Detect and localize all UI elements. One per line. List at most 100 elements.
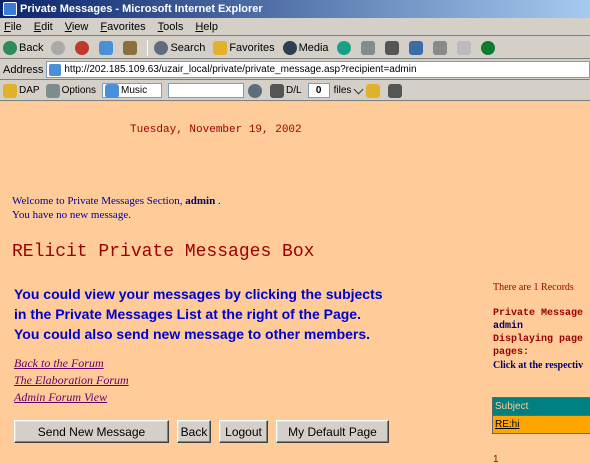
refresh-button[interactable] xyxy=(99,40,115,55)
dap-button[interactable]: DAP xyxy=(3,83,40,98)
messenger-button[interactable] xyxy=(480,40,497,55)
send-new-message-button[interactable]: Send New Message xyxy=(14,420,169,443)
print-button[interactable] xyxy=(384,40,401,55)
my-default-page-button[interactable]: My Default Page xyxy=(276,420,389,443)
chevron-down-icon[interactable] xyxy=(353,84,364,94)
mail-icon xyxy=(360,40,375,55)
search-button[interactable]: Search xyxy=(154,40,206,55)
download-icon xyxy=(270,83,285,98)
links-toolbar: DAP Options Music D/L 0 files xyxy=(0,81,590,101)
options-icon xyxy=(45,83,60,98)
window-titlebar: Private Messages - Microsoft Internet Ex… xyxy=(0,0,590,18)
history-button[interactable] xyxy=(336,40,353,55)
welcome-username: admin xyxy=(185,195,216,207)
back-label: Back xyxy=(19,41,44,54)
dl-label: D/L xyxy=(286,85,302,96)
print-small-button[interactable] xyxy=(388,83,404,98)
messages-table: Subject RE:hi xyxy=(492,397,590,434)
forward-button[interactable] xyxy=(51,40,67,55)
standard-toolbar: Back Search Favorites Media xyxy=(0,37,590,59)
toolbar-search-button[interactable] xyxy=(248,83,264,98)
music-label: Music xyxy=(121,85,148,96)
menu-edit[interactable]: Edit xyxy=(34,21,53,33)
edit-icon xyxy=(408,40,423,55)
search-icon xyxy=(154,40,169,55)
menu-view[interactable]: View xyxy=(65,21,89,33)
files-label: files xyxy=(333,85,352,96)
address-input[interactable]: http://202.185.109.63/uzair_local/privat… xyxy=(46,61,590,78)
music-icon xyxy=(105,83,120,98)
panel-click-hint: Click at the respectiv xyxy=(493,360,584,371)
msn-button[interactable] xyxy=(456,40,473,55)
home-icon xyxy=(123,40,138,55)
discuss-button[interactable] xyxy=(432,40,449,55)
highlighter-icon xyxy=(366,83,381,98)
edit-button[interactable] xyxy=(408,40,425,55)
discuss-icon xyxy=(432,40,447,55)
messages-panel: There are 1 Records Private Message admi… xyxy=(493,282,590,371)
search-label: Search xyxy=(170,41,206,54)
info-line-3: You could also send new message to other… xyxy=(14,326,371,342)
page-number[interactable]: 1 xyxy=(493,454,499,464)
dap-icon xyxy=(3,83,17,98)
toolbar-search-input[interactable] xyxy=(168,83,245,98)
stop-icon xyxy=(75,40,90,55)
welcome-message: Welcome to Private Messages Section, adm… xyxy=(12,194,221,222)
page-title: RElicit Private Messages Box xyxy=(12,242,315,262)
menu-help[interactable]: Help xyxy=(195,21,218,33)
dap-label: DAP xyxy=(19,85,40,96)
msn-icon xyxy=(456,40,471,55)
current-date: Tuesday, November 19, 2002 xyxy=(130,124,302,136)
forum-links: Back to the Forum The Elaboration Forum … xyxy=(14,355,129,406)
favorites-icon xyxy=(213,40,228,55)
welcome-prefix: Welcome to Private Messages Section, xyxy=(12,195,186,207)
home-button[interactable] xyxy=(123,40,139,55)
dl-count: 0 xyxy=(307,83,330,98)
favorites-button[interactable]: Favorites xyxy=(213,40,275,55)
info-line-1: You could view your messages by clicking… xyxy=(14,286,383,302)
table-cell-subject: RE:hi xyxy=(492,415,590,434)
elaboration-forum-link[interactable]: The Elaboration Forum xyxy=(14,372,129,389)
menu-favorites[interactable]: Favorites xyxy=(100,21,145,33)
stop-button[interactable] xyxy=(75,40,91,55)
music-select[interactable]: Music xyxy=(102,83,163,98)
address-label: Address xyxy=(3,63,44,76)
message-subject-link[interactable]: RE:hi xyxy=(495,419,519,430)
no-new-message: You have no new message. xyxy=(12,209,131,221)
media-label: Media xyxy=(298,41,329,54)
print-icon xyxy=(384,40,399,55)
back-button[interactable]: Back xyxy=(3,40,44,55)
window-title: Private Messages - Microsoft Internet Ex… xyxy=(20,3,263,15)
menu-tools[interactable]: Tools xyxy=(158,21,184,33)
printer-icon xyxy=(388,83,403,98)
panel-pm-label: Private Message xyxy=(493,308,584,319)
address-url: http://202.185.109.63/uzair_local/privat… xyxy=(64,64,417,75)
info-line-2: in the Private Messages List at the righ… xyxy=(14,306,361,322)
page-content: Tuesday, November 19, 2002 Welcome to Pr… xyxy=(0,102,590,464)
page-icon xyxy=(49,63,62,76)
media-button[interactable]: Media xyxy=(282,40,329,55)
admin-forum-view-link[interactable]: Admin Forum View xyxy=(14,389,129,406)
record-count: There are 1 Records xyxy=(493,282,574,293)
subject-column-header: Subject xyxy=(492,397,590,416)
mail-button[interactable] xyxy=(360,40,377,55)
menu-bar: File Edit View Favorites Tools Help xyxy=(0,18,590,36)
favorites-label: Favorites xyxy=(229,41,275,54)
forward-arrow-icon xyxy=(51,40,66,55)
highlighter-button[interactable] xyxy=(366,83,382,98)
options-button[interactable]: Options xyxy=(45,83,96,98)
media-icon xyxy=(282,40,297,55)
download-manager-button[interactable]: D/L xyxy=(270,83,302,98)
logout-button[interactable]: Logout xyxy=(219,420,268,443)
ie-icon xyxy=(3,2,17,16)
back-page-button[interactable]: Back xyxy=(177,420,211,443)
toolbar-separator xyxy=(147,39,149,56)
menu-file[interactable]: File xyxy=(4,21,22,33)
panel-pages: pages: xyxy=(493,347,530,358)
panel-heading: Private Message admin Displaying page pa… xyxy=(493,307,590,359)
refresh-icon xyxy=(99,40,114,55)
action-buttons: Send New Message Back Logout My Default … xyxy=(14,420,389,443)
table-header-row: Subject xyxy=(492,397,590,416)
messenger-icon xyxy=(480,40,495,55)
back-to-forum-link[interactable]: Back to the Forum xyxy=(14,355,129,372)
